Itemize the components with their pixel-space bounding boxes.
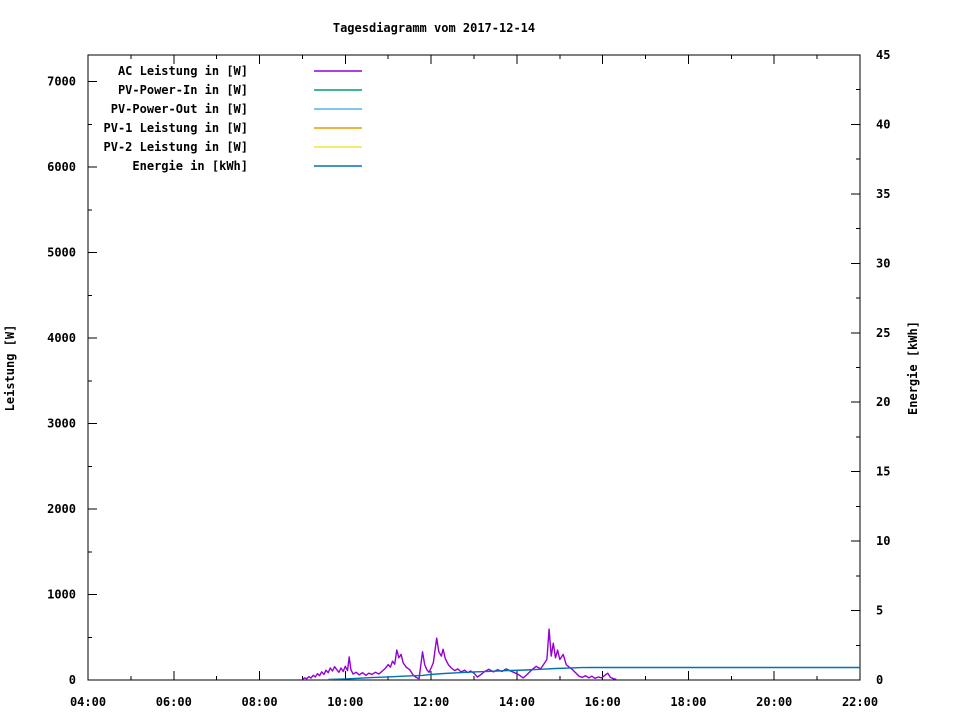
y2-axis-tick-label: 10	[876, 534, 890, 548]
y-axis-tick-label: 5000	[47, 246, 76, 260]
legend-item: AC Leistung in [W]	[118, 64, 362, 78]
y2-axis-tick-label: 40	[876, 117, 890, 131]
chart-svg: Tagesdiagramm vom 2017-12-14 Leistung [W…	[3, 21, 920, 709]
legend-item: PV-Power-In in [W]	[118, 83, 362, 97]
y2-axis-tick-label: 20	[876, 395, 890, 409]
x-axis-tick-label: 16:00	[585, 695, 621, 709]
legend-label: PV-2 Leistung in [W]	[104, 140, 249, 154]
x-axis-tick-label: 06:00	[156, 695, 192, 709]
x-axis-tick-label: 10:00	[327, 695, 363, 709]
x-axis-tick-label: 22:00	[842, 695, 878, 709]
legend-label: PV-1 Leistung in [W]	[104, 121, 249, 135]
y2-axis-tick-label: 25	[876, 326, 890, 340]
y2-axis-tick-label: 30	[876, 256, 890, 270]
y-axis-tick-label: 4000	[47, 331, 76, 345]
right-axis-title: Energie [kWh]	[906, 321, 920, 415]
y2-axis-tick-label: 35	[876, 187, 890, 201]
legend-item: PV-Power-Out in [W]	[111, 102, 362, 116]
y2-axis-tick-label: 5	[876, 604, 883, 618]
legend-label: PV-Power-Out in [W]	[111, 102, 248, 116]
series-line-ac-leistung-in-w	[302, 628, 617, 680]
y-axis-tick-label: 6000	[47, 160, 76, 174]
chart-title: Tagesdiagramm vom 2017-12-14	[333, 21, 535, 35]
legend-label: AC Leistung in [W]	[118, 64, 248, 78]
y-axis-tick-label: 1000	[47, 588, 76, 602]
y-axis-tick-label: 0	[69, 673, 76, 687]
y-axis-tick-label: 3000	[47, 417, 76, 431]
y-axis-tick-label: 7000	[47, 75, 76, 89]
x-axis-tick-label: 14:00	[499, 695, 535, 709]
legend-item: Energie in [kWh]	[132, 159, 362, 173]
chart-canvas: Tagesdiagramm vom 2017-12-14 Leistung [W…	[0, 0, 960, 720]
y2-axis-tick-label: 15	[876, 465, 890, 479]
legend-label: Energie in [kWh]	[132, 159, 248, 173]
legend-item: PV-2 Leistung in [W]	[104, 140, 362, 154]
x-axis-tick-label: 04:00	[70, 695, 106, 709]
x-axis-tick-label: 12:00	[413, 695, 449, 709]
y2-axis-tick-label: 0	[876, 673, 883, 687]
x-axis-tick-label: 08:00	[241, 695, 277, 709]
series-lines	[302, 628, 860, 681]
y2-axis-tick-label: 45	[876, 48, 890, 62]
legend-item: PV-1 Leistung in [W]	[104, 121, 362, 135]
left-axis-title: Leistung [W]	[3, 325, 17, 412]
y-axis-tick-label: 2000	[47, 502, 76, 516]
legend: AC Leistung in [W] PV-Power-In in [W] PV-P…	[104, 64, 362, 173]
x-axis-tick-label: 18:00	[670, 695, 706, 709]
x-axis-tick-label: 20:00	[756, 695, 792, 709]
legend-label: PV-Power-In in [W]	[118, 83, 248, 97]
